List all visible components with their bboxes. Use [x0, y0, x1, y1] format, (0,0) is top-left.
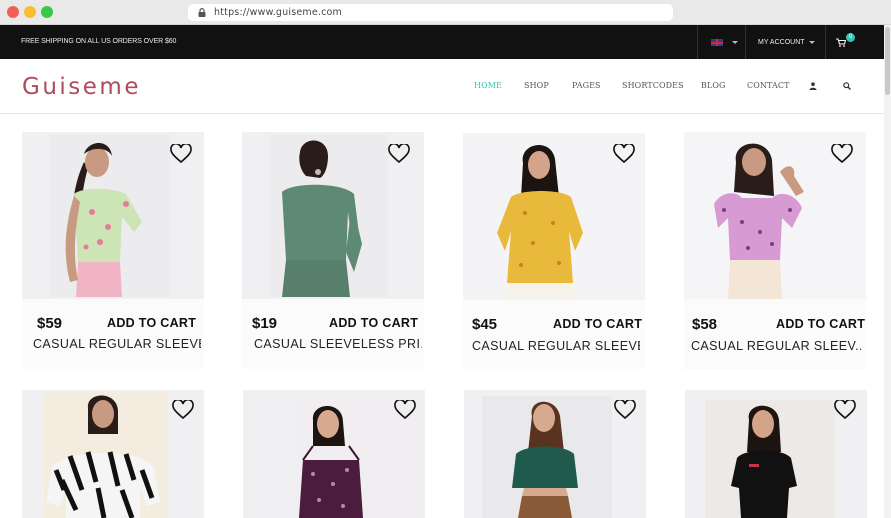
nav-pages[interactable]: PAGES	[572, 81, 601, 90]
add-to-cart-button[interactable]: ADD TO CART	[553, 317, 642, 331]
search-icon[interactable]	[843, 82, 851, 90]
shipping-notice: FREE SHIPPING ON ALL US ORDERS OVER $60	[21, 38, 177, 45]
heart-icon[interactable]	[394, 400, 416, 420]
product-price: $58	[692, 316, 718, 333]
maximize-window-button[interactable]	[41, 6, 53, 18]
heart-icon[interactable]	[170, 144, 192, 164]
nav-blog[interactable]: BLOG	[701, 81, 726, 90]
nav-shortcodes[interactable]: SHORTCODES	[622, 81, 684, 90]
site-logo[interactable]: Guiseme	[22, 74, 141, 100]
product-card[interactable]	[22, 390, 204, 518]
product-name[interactable]: CASUAL REGULAR SLEEVE...	[472, 339, 640, 353]
add-to-cart-button[interactable]: ADD TO CART	[107, 316, 196, 330]
lock-icon	[198, 8, 206, 17]
add-to-cart-button[interactable]: ADD TO CART	[329, 316, 418, 330]
product-price: $45	[472, 316, 498, 333]
product-card[interactable]: $58 ADD TO CART CASUAL REGULAR SLEEV...	[684, 132, 866, 370]
heart-icon[interactable]	[831, 144, 853, 164]
divider	[697, 25, 698, 59]
nav-shop[interactable]: SHOP	[524, 81, 549, 90]
top-bar: FREE SHIPPING ON ALL US ORDERS OVER $60 …	[0, 25, 884, 59]
address-bar[interactable]: https://www.guiseme.com	[188, 4, 673, 21]
language-selector[interactable]	[705, 35, 741, 49]
browser-toolbar: https://www.guiseme.com	[0, 0, 891, 25]
heart-icon[interactable]	[613, 144, 635, 164]
product-card[interactable]: $45 ADD TO CART CASUAL REGULAR SLEEVE...	[463, 133, 645, 369]
heart-icon[interactable]	[834, 400, 856, 420]
close-window-button[interactable]	[7, 6, 19, 18]
heart-icon[interactable]	[388, 144, 410, 164]
minimize-window-button[interactable]	[24, 6, 36, 18]
user-icon[interactable]	[809, 82, 817, 90]
my-account-menu[interactable]: MY ACCOUNT	[758, 39, 805, 46]
product-name[interactable]: CASUAL SLEEVELESS PRI...	[254, 337, 422, 351]
scrollbar-thumb[interactable]	[885, 27, 890, 95]
product-card[interactable]	[685, 390, 867, 518]
chevron-down-icon	[732, 41, 738, 44]
nav-contact[interactable]: CONTACT	[747, 81, 790, 90]
site-header: Guiseme HOME SHOP PAGES SHORTCODES BLOG …	[0, 59, 884, 114]
product-card[interactable]	[243, 390, 425, 518]
heart-icon[interactable]	[172, 400, 194, 420]
heart-icon[interactable]	[614, 400, 636, 420]
cart-count-badge: 0	[846, 33, 855, 42]
nav-home[interactable]: HOME	[474, 81, 502, 90]
product-card[interactable]	[464, 390, 646, 518]
product-name[interactable]: CASUAL REGULAR SLEEVE...	[33, 337, 201, 351]
url-text: https://www.guiseme.com	[214, 7, 343, 18]
product-name[interactable]: CASUAL REGULAR SLEEV...	[691, 339, 861, 353]
product-price: $19	[252, 315, 278, 332]
uk-flag-icon	[711, 39, 723, 46]
product-price: $59	[37, 315, 63, 332]
chevron-down-icon	[809, 41, 815, 44]
cart-icon[interactable]	[836, 38, 846, 47]
divider	[825, 25, 826, 59]
product-card[interactable]: $59 ADD TO CART CASUAL REGULAR SLEEVE...	[22, 132, 204, 369]
add-to-cart-button[interactable]: ADD TO CART	[776, 317, 865, 331]
product-card[interactable]: $19 ADD TO CART CASUAL SLEEVELESS PRI...	[242, 132, 424, 369]
divider	[745, 25, 746, 59]
page-scrollbar[interactable]	[884, 25, 891, 518]
